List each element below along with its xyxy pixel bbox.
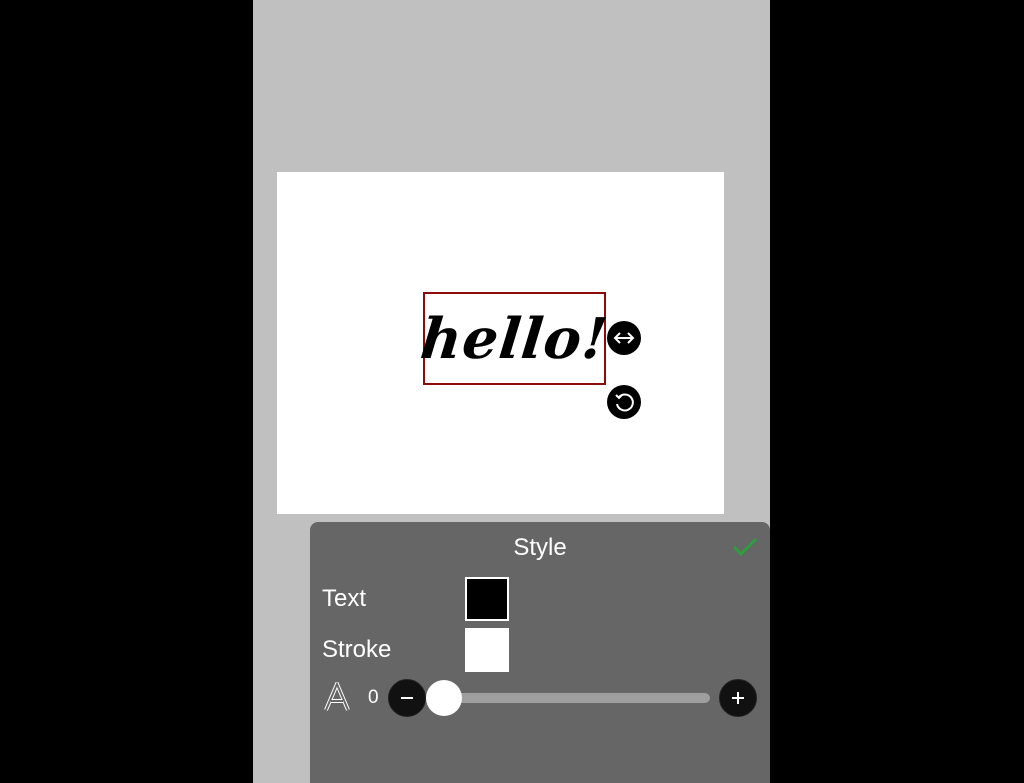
minus-icon (401, 697, 413, 699)
selected-text-box[interactable]: hello! (418, 292, 611, 385)
decrease-stroke-button[interactable] (388, 679, 426, 717)
stroke-width-slider-thumb[interactable] (426, 680, 462, 716)
text-color-swatch[interactable] (465, 577, 509, 621)
resize-horizontal-icon[interactable] (607, 321, 641, 355)
text-color-label: Text (322, 585, 367, 612)
canvas-text: hello! (417, 305, 612, 372)
increase-stroke-button[interactable] (719, 679, 757, 717)
plus-icon (732, 692, 744, 704)
stroke-color-label: Stroke (322, 636, 392, 663)
stroke-width-slider[interactable] (444, 693, 710, 703)
checkmark-icon[interactable] (730, 534, 760, 560)
panel-title: Style (513, 534, 567, 561)
stroke-color-swatch[interactable] (465, 628, 509, 672)
outline-letter-a-icon (324, 678, 350, 712)
style-panel: Style Text Stroke 0 (310, 522, 770, 783)
stroke-width-value: 0 (368, 687, 379, 708)
rotate-icon[interactable] (607, 385, 641, 419)
